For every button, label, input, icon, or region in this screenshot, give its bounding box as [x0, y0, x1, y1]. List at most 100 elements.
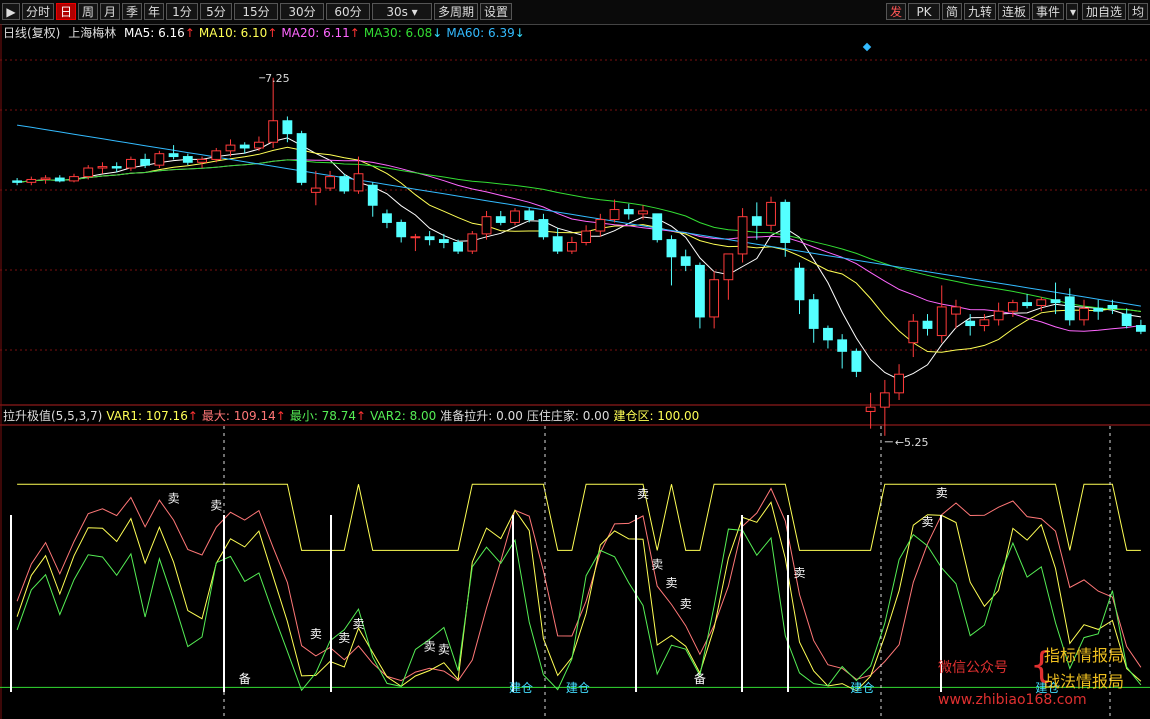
candle-body — [623, 209, 634, 215]
watermark-url: www.zhibiao168.com — [938, 692, 1087, 708]
candle-body — [894, 373, 904, 394]
watermark-title-2: 战法情报局 — [1044, 672, 1125, 691]
candle-body — [438, 239, 449, 243]
signal-label: 建仓 — [509, 681, 533, 695]
candle-body — [766, 201, 776, 226]
candle-body — [680, 256, 691, 266]
candle-body — [552, 236, 563, 252]
signal-label: 备 — [239, 672, 251, 686]
candle-body — [382, 213, 392, 223]
candle-body — [239, 144, 250, 149]
candle-body — [609, 209, 620, 221]
candle-body — [268, 120, 279, 143]
candle-body — [353, 173, 364, 192]
watermark-title-1: 指标情报局 — [1044, 646, 1125, 665]
candle-body — [695, 264, 705, 318]
candle-body — [54, 177, 65, 182]
candle-body — [296, 133, 307, 183]
ma-line-ma20 — [17, 159, 1141, 332]
candle-body — [225, 144, 236, 152]
candle-body — [126, 158, 136, 169]
watermark-wechat: 微信公众号 — [938, 660, 1008, 676]
candle-body — [922, 320, 933, 329]
candle-body — [524, 210, 535, 221]
ma-line-ma30 — [17, 159, 1141, 312]
candle-body — [424, 236, 435, 241]
candle-body — [737, 216, 748, 255]
candle-body — [581, 230, 592, 243]
candle-body — [723, 253, 734, 281]
candle-body — [566, 241, 577, 252]
candle-body — [40, 177, 51, 180]
low-label: ←5.25 — [895, 436, 929, 449]
candle-body — [936, 306, 947, 337]
candle-body — [780, 201, 791, 243]
candle-body — [965, 320, 976, 327]
candle-body — [709, 279, 720, 318]
candle-body — [168, 153, 179, 158]
signal-label: 卖 — [922, 515, 934, 529]
candle-body — [1064, 296, 1075, 321]
candle-body — [1093, 307, 1104, 312]
candle-body — [26, 178, 37, 183]
candle-body — [837, 339, 848, 352]
signal-label: 卖 — [651, 557, 663, 571]
candle-body — [808, 299, 819, 329]
candle-body — [69, 176, 79, 182]
candle-body — [794, 267, 805, 301]
candle-body — [97, 166, 108, 169]
candle-body — [310, 187, 321, 193]
candle-body — [1007, 302, 1018, 312]
signal-label: 卖 — [338, 631, 350, 645]
candle-body — [396, 221, 407, 238]
candle-body — [12, 180, 23, 183]
candle-body — [908, 320, 919, 344]
signal-label: 备 — [694, 672, 706, 686]
candle-body — [211, 150, 222, 160]
signal-label: 卖 — [424, 640, 436, 654]
candle-body — [823, 327, 833, 341]
candle-body — [154, 153, 165, 166]
ma-line-ma60 — [17, 124, 1141, 307]
candle-body — [140, 158, 151, 166]
candle-body — [111, 166, 122, 169]
signal-label: 卖 — [665, 576, 677, 590]
candle-body — [182, 156, 193, 163]
chart-area[interactable]: 7.25←5.25卖卖卖卖卖卖卖卖卖卖卖卖卖卖卖备备建仓建仓建仓建仓 — [0, 0, 1150, 719]
candle-body — [979, 319, 990, 327]
signal-label: 卖 — [310, 627, 322, 641]
candle-body — [197, 158, 207, 163]
candle-body — [652, 213, 663, 241]
candle-body — [751, 216, 762, 226]
candle-body — [1079, 307, 1089, 321]
candle-body — [879, 392, 890, 408]
candle-body — [467, 233, 478, 252]
candle-body — [410, 236, 421, 239]
candle-body — [865, 406, 876, 412]
candle-body — [1050, 299, 1061, 304]
watermark: 微信公众号 { 指标情报局 战法情报局 www.zhibiao168.com — [936, 642, 1150, 719]
event-diamond-icon — [862, 42, 872, 52]
candle-body — [1107, 304, 1118, 309]
candle-body — [282, 120, 293, 135]
candle-body — [1022, 302, 1032, 306]
ma-line-ma5 — [17, 137, 1141, 380]
jiancang-line — [17, 483, 1141, 551]
candle-body — [339, 176, 350, 192]
candle-body — [993, 310, 1004, 321]
candle-body — [638, 210, 648, 215]
candle-body — [481, 216, 492, 235]
candle-body — [1121, 313, 1132, 327]
candle-body — [666, 239, 677, 258]
signal-label: 卖 — [637, 487, 649, 501]
candle-body — [325, 176, 335, 189]
signal-label: 建仓 — [566, 681, 590, 695]
candle-body — [595, 219, 606, 232]
signal-label: 卖 — [793, 566, 805, 580]
candle-body — [951, 306, 961, 315]
candle-body — [83, 167, 94, 178]
candle-body — [367, 184, 378, 206]
signal-label: 卖 — [680, 597, 692, 611]
signal-label: 卖 — [210, 498, 222, 512]
candle-body — [538, 219, 549, 238]
